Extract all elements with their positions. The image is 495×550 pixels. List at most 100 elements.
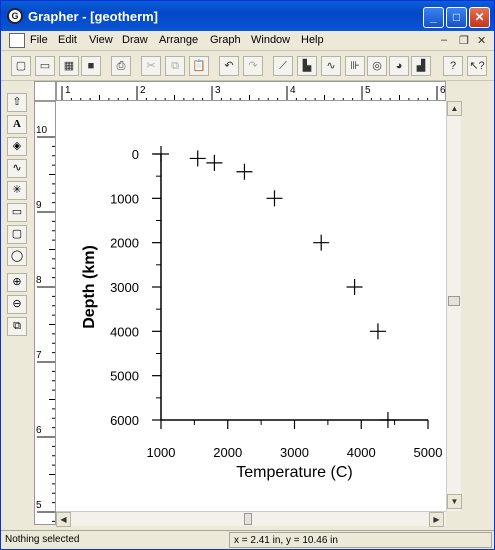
undo-icon[interactable]: ↶ — [219, 56, 239, 76]
x-axis-title: Temperature (C) — [236, 464, 352, 481]
menu-edit[interactable]: Edit — [58, 34, 77, 46]
doc-close-button[interactable]: ✕ — [477, 34, 486, 47]
cursor-position-status: x = 2.41 in, y = 10.46 in — [229, 532, 492, 548]
scatter-chart[interactable]: 0 1000 2000 3000 4000 5000 6000 1000 2000 3000 400… — [56, 101, 446, 511]
doc-minimize-button[interactable]: – — [441, 34, 447, 46]
v-ruler-label: 5 — [36, 500, 42, 511]
ruler-corner — [34, 81, 56, 101]
select-arrow-icon[interactable]: ⇧ — [7, 93, 27, 112]
zoom-out-icon[interactable]: ⊖ — [7, 295, 27, 314]
vertical-ruler-scale: 10 9 8 7 6 5 — [36, 125, 55, 522]
data-point-marker — [313, 234, 330, 251]
data-point-marker — [379, 412, 396, 428]
menu-window[interactable]: Window — [251, 34, 290, 46]
bar-chart-icon[interactable]: ▙ — [297, 56, 317, 76]
title-bar[interactable]: G Grapher - [geotherm] _ □ ✕ — [1, 1, 494, 31]
symbol-tool-icon[interactable]: ✳ — [7, 181, 27, 200]
h-ruler-label: 4 — [290, 85, 296, 96]
y-tick-label: 1000 — [110, 191, 139, 206]
polar-plot-icon[interactable]: ◎ — [367, 56, 387, 76]
grapher-window: G Grapher - [geotherm] _ □ ✕ File Edit V… — [0, 0, 495, 550]
horizontal-ruler: 1 2 3 4 5 6 — [56, 81, 446, 101]
plot-canvas[interactable]: 0 1000 2000 3000 4000 5000 6000 1000 2000 3000 400… — [56, 101, 446, 511]
v-ruler-label: 10 — [36, 125, 48, 136]
vertical-scrollbar[interactable]: ▲ ▼ — [446, 101, 462, 511]
h-ruler-label: 5 — [365, 85, 371, 96]
data-point-marker — [346, 279, 363, 295]
selection-status: Nothing selected — [5, 534, 80, 545]
menu-file[interactable]: File — [30, 34, 48, 46]
grapher-app-icon[interactable]: G — [7, 8, 23, 24]
data-point-marker — [153, 146, 169, 162]
ellipse-tool-icon[interactable]: ◯ — [7, 247, 27, 266]
close-button[interactable]: ✕ — [469, 7, 490, 28]
y-tick-label: 5000 — [110, 369, 139, 384]
menu-graph[interactable]: Graph — [210, 34, 241, 46]
paste-icon[interactable]: 📋 — [189, 56, 209, 76]
pie-chart-icon[interactable]: ◕ — [389, 56, 409, 76]
doc-restore-button[interactable]: ❐ — [459, 34, 469, 47]
line-plot-icon[interactable]: ⟋ — [273, 56, 293, 76]
document-icon[interactable] — [9, 33, 25, 48]
menu-arrange[interactable]: Arrange — [159, 34, 198, 46]
polygon-tool-icon[interactable]: ◈ — [7, 137, 27, 156]
x-tick-label: 1000 — [147, 445, 176, 460]
scroll-left-button[interactable]: ◀ — [56, 512, 71, 527]
scroll-up-button[interactable]: ▲ — [447, 101, 462, 116]
data-point-marker — [189, 150, 206, 167]
print-icon[interactable]: ⎙ — [111, 56, 131, 76]
horizontal-scroll-thumb[interactable] — [244, 513, 252, 525]
menu-help[interactable]: Help — [301, 34, 324, 46]
redo-icon[interactable]: ↷ — [243, 56, 263, 76]
line-graph-icon[interactable]: ∿ — [321, 56, 341, 76]
data-point-marker — [236, 163, 253, 180]
v-ruler-label: 9 — [36, 200, 42, 211]
horizontal-ruler-scale: 1 2 3 4 5 6 — [61, 85, 445, 100]
v-ruler-label: 7 — [36, 350, 42, 361]
scroll-right-button[interactable]: ▶ — [429, 512, 444, 527]
v-ruler-label: 8 — [36, 275, 42, 286]
y-tick-label: 2000 — [110, 236, 139, 251]
maximize-button[interactable]: □ — [446, 7, 467, 28]
context-help-icon[interactable]: ↖? — [467, 56, 487, 76]
rectangle-tool-icon[interactable]: ▭ — [7, 203, 27, 222]
window-title: Grapher - [geotherm] — [28, 9, 159, 24]
menu-view[interactable]: View — [89, 34, 113, 46]
data-point-marker — [206, 154, 223, 171]
y-tick-label: 6000 — [110, 413, 139, 428]
zoom-rectangle-icon[interactable]: ⧉ — [7, 317, 27, 336]
copy-icon[interactable]: ⧉ — [165, 56, 185, 76]
data-point-marker — [266, 190, 283, 207]
rounded-rectangle-tool-icon[interactable]: ▢ — [7, 225, 27, 244]
open-icon[interactable]: ▭ — [35, 56, 55, 76]
horizontal-scrollbar[interactable]: ◀ ▶ — [56, 511, 446, 527]
zoom-in-icon[interactable]: ⊕ — [7, 273, 27, 292]
x-tick-label: 3000 — [280, 445, 309, 460]
y-axis-title: Depth (km) — [81, 245, 98, 329]
statistics-chart-icon[interactable]: ▟ — [411, 56, 431, 76]
vertical-scroll-thumb[interactable] — [448, 296, 460, 306]
drawing-toolbar: ⇧ A ◈ ∿ ✳ ▭ ▢ ◯ ⊕ ⊖ ⧉ — [5, 93, 29, 533]
status-bar: Nothing selected x = 2.41 in, y = 10.46 … — [1, 530, 494, 549]
main-toolbar: ▢ ▭ ▦ ■ ⎙ ✂ ⧉ 📋 ↶ ↷ ⟋ ▙ ∿ ⊪ ◎ ◕ ▟ ? ↖? — [1, 53, 494, 81]
menu-bar: File Edit View Draw Arrange Graph Window… — [1, 31, 494, 51]
y-tick-label: 3000 — [110, 280, 139, 295]
worksheet-icon[interactable]: ▦ — [59, 56, 79, 76]
polyline-tool-icon[interactable]: ∿ — [7, 159, 27, 178]
scroll-down-button[interactable]: ▼ — [447, 494, 462, 509]
y-tick-label: 0 — [132, 147, 139, 162]
new-icon[interactable]: ▢ — [11, 56, 31, 76]
v-ruler-label: 6 — [36, 425, 42, 436]
x-tick-label: 5000 — [414, 445, 443, 460]
y-tick-label: 4000 — [110, 324, 139, 339]
cut-icon[interactable]: ✂ — [141, 56, 161, 76]
vertical-ruler: 10 9 8 7 6 5 — [34, 101, 56, 525]
text-tool-icon[interactable]: A — [7, 115, 27, 134]
h-ruler-label: 3 — [215, 85, 221, 96]
h-ruler-label: 2 — [140, 85, 146, 96]
save-icon[interactable]: ■ — [81, 56, 101, 76]
help-icon[interactable]: ? — [443, 56, 463, 76]
menu-draw[interactable]: Draw — [122, 34, 148, 46]
histogram-icon[interactable]: ⊪ — [345, 56, 365, 76]
minimize-button[interactable]: _ — [423, 7, 444, 28]
